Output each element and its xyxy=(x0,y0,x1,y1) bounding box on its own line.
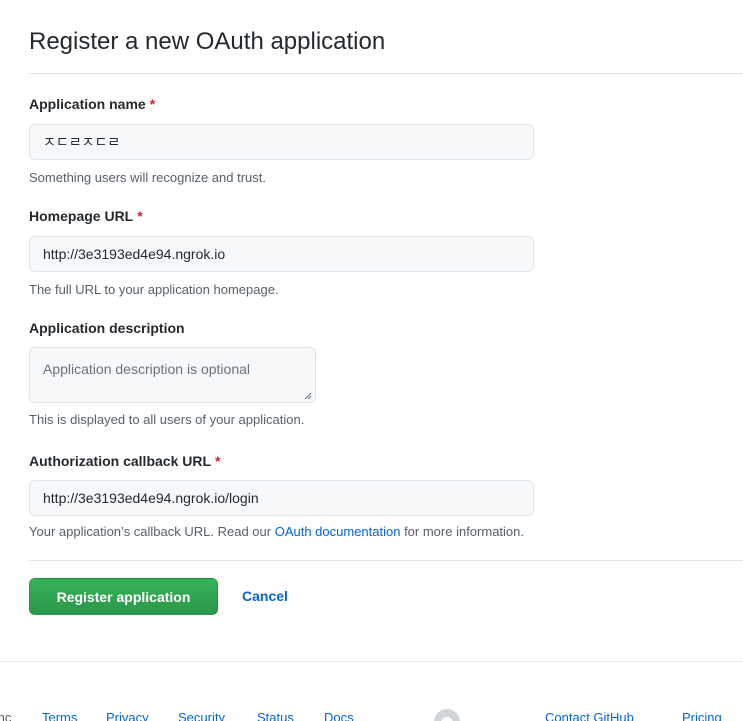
homepage-url-label-text: Homepage URL xyxy=(29,208,134,224)
application-name-label: Application name * xyxy=(29,96,155,112)
application-name-note: Something users will recognize and trust… xyxy=(29,170,267,185)
footer-link-docs[interactable]: Docs xyxy=(324,710,354,721)
oauth-documentation-link[interactable]: OAuth documentation xyxy=(275,524,401,539)
footer-link-pricing[interactable]: Pricing xyxy=(682,710,722,721)
footer-link-privacy[interactable]: Privacy xyxy=(106,710,149,721)
application-description-note: This is displayed to all users of your a… xyxy=(29,412,305,427)
application-name-input[interactable] xyxy=(29,124,534,160)
callback-url-label: Authorization callback URL * xyxy=(29,453,220,469)
homepage-url-note: The full URL to your application homepag… xyxy=(29,282,279,297)
callback-url-note-prefix: Your application’s callback URL. Read ou… xyxy=(29,524,275,539)
application-name-label-text: Application name xyxy=(29,96,146,112)
required-marker: * xyxy=(149,96,156,112)
register-application-button[interactable]: Register application xyxy=(29,578,218,615)
required-marker: * xyxy=(137,208,143,224)
footer-divider xyxy=(0,661,743,662)
github-mark-icon[interactable] xyxy=(433,708,461,721)
form-actions-divider xyxy=(29,560,743,561)
resize-grip-icon[interactable] xyxy=(304,392,312,400)
footer-link-security[interactable]: Security xyxy=(178,710,225,721)
page-title: Register a new OAuth application xyxy=(29,28,386,55)
title-divider xyxy=(29,73,743,74)
oauth-app-register-page: Register a new OAuth application Applica… xyxy=(0,0,743,721)
cancel-link[interactable]: Cancel xyxy=(242,588,288,604)
footer-link-terms[interactable]: Terms xyxy=(42,710,77,721)
application-description-label-text: Application description xyxy=(29,320,185,336)
footer-copyright-fragment: Inc xyxy=(0,710,12,721)
application-description-label: Application description xyxy=(29,320,185,336)
required-marker: * xyxy=(215,453,221,469)
homepage-url-label: Homepage URL * xyxy=(29,208,143,224)
footer-link-contact-github[interactable]: Contact GitHub xyxy=(545,710,634,721)
callback-url-label-text: Authorization callback URL xyxy=(29,453,212,469)
homepage-url-input[interactable] xyxy=(29,236,534,272)
callback-url-note-suffix: for more information. xyxy=(400,524,524,539)
callback-url-input[interactable] xyxy=(29,480,534,516)
callback-url-note: Your application’s callback URL. Read ou… xyxy=(29,524,524,539)
application-description-textarea[interactable] xyxy=(29,347,316,403)
footer-link-status[interactable]: Status xyxy=(257,710,294,721)
